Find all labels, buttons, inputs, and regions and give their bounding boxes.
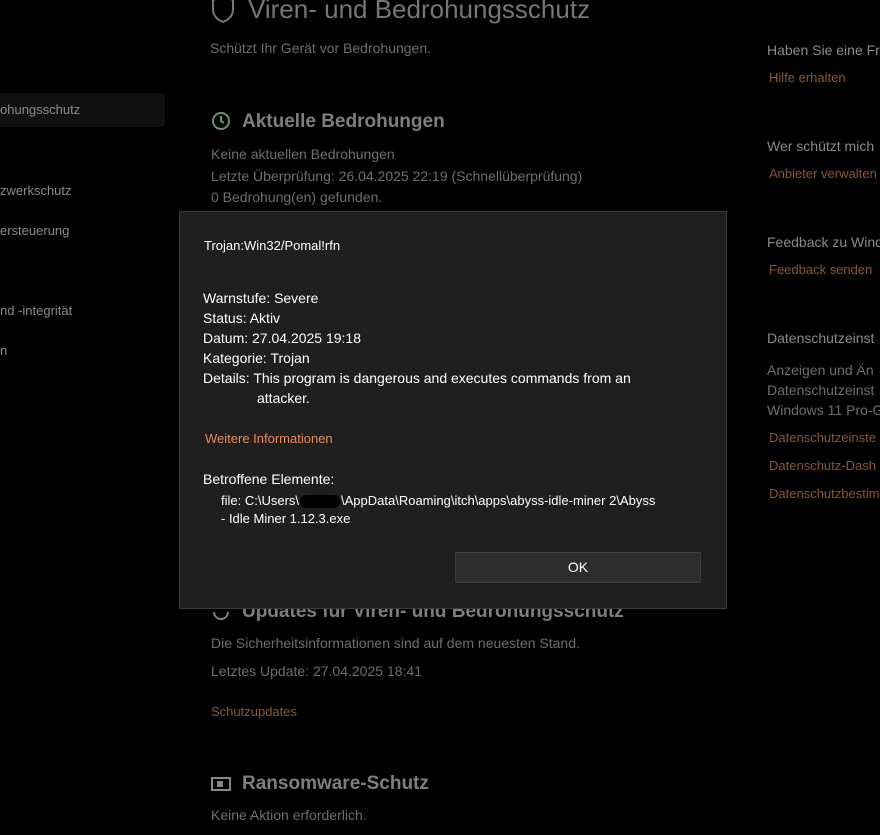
severity-value: Severe — [274, 290, 319, 306]
severity-label: Warnstufe: — [203, 290, 271, 306]
status-value: Aktiv — [249, 310, 281, 326]
status-label: Status: — [203, 310, 247, 326]
ok-button[interactable]: OK — [455, 552, 701, 583]
feedback-link[interactable]: Feedback senden — [769, 262, 872, 277]
affected-path-cont: - Idle Miner 1.12.3.exe — [221, 511, 351, 526]
sidebar-item-app-control[interactable]: ersteuerung — [0, 214, 165, 248]
help-heading: Haben Sie eine Fr — [767, 42, 880, 58]
category-value: Trojan — [270, 350, 310, 366]
date-row: Datum: 27.04.2025 19:18 — [203, 330, 361, 346]
updates-status: Die Sicherheitsinformationen sind auf de… — [211, 635, 580, 651]
path-prefix: file: C:\Users\ — [221, 493, 300, 508]
sidebar-item-label: zwerkschutz — [0, 183, 72, 198]
threats-title: Aktuelle Bedrohungen — [242, 111, 445, 132]
privacy-text-2: Datenschutzeinst — [767, 382, 875, 398]
affected-items-label: Betroffene Elemente: — [203, 471, 335, 487]
sidebar-item-other[interactable]: n — [0, 334, 165, 368]
affected-path: file: C:\Users\ \AppData\Roaming\itch\app… — [221, 493, 656, 509]
date-value: 27.04.2025 19:18 — [252, 330, 362, 346]
feedback-heading: Feedback zu Wind — [767, 234, 880, 250]
help-link[interactable]: Hilfe erhalten — [769, 70, 846, 85]
sidebar-item-network[interactable]: zwerkschutz — [0, 174, 165, 208]
ransomware-title: Ransomware-Schutz — [242, 773, 429, 794]
privacy-statement-link[interactable]: Datenschutzbestim — [769, 486, 880, 501]
more-info-link[interactable]: Weitere Informationen — [205, 431, 333, 446]
privacy-text-1: Anzeigen und Än — [767, 362, 874, 378]
privacy-settings-link[interactable]: Datenschutzeinste — [769, 430, 876, 445]
privacy-heading: Datenschutzeinst — [767, 330, 875, 346]
redaction-mark — [300, 495, 341, 509]
category-label: Kategorie: — [203, 350, 267, 366]
shield-icon — [210, 0, 236, 29]
status-row: Status: Aktiv — [203, 310, 280, 326]
last-update: Letztes Update: 27.04.2025 18:41 — [211, 663, 422, 679]
details-label: Details: — [203, 370, 250, 386]
severity-row: Warnstufe: Severe — [203, 290, 318, 306]
protection-updates-link[interactable]: Schutzupdates — [211, 704, 297, 719]
sidebar-item-label: ohungsschutz — [0, 102, 81, 117]
sidebar-item-label: nd -integrität — [0, 303, 73, 318]
threat-details-dialog: Trojan:Win32/Pomal!rfn Warnstufe: Severe… — [179, 211, 727, 609]
last-scan: Letzte Überprüfung: 26.04.2025 22:19 (Sc… — [211, 168, 583, 184]
history-icon — [210, 110, 232, 137]
sidebar-item-device-integrity[interactable]: nd -integrität — [0, 294, 165, 328]
details-text-cont: attacker. — [257, 390, 310, 406]
category-row: Kategorie: Trojan — [203, 350, 310, 366]
threats-found: 0 Bedrohung(en) gefunden. — [211, 189, 383, 205]
page-subtitle: Schützt Ihr Gerät vor Bedrohungen. — [210, 40, 432, 56]
manage-providers-link[interactable]: Anbieter verwalten — [769, 166, 877, 181]
sidebar-item-virus-protection[interactable]: ohungsschutz — [0, 93, 165, 127]
who-heading: Wer schützt mich — [767, 138, 875, 154]
threats-status: Keine aktuellen Bedrohungen — [211, 146, 395, 162]
sidebar-item-label: n — [0, 343, 8, 358]
sidebar-item-label: ersteuerung — [0, 223, 70, 238]
date-label: Datum: — [203, 330, 249, 346]
ransomware-status: Keine Aktion erforderlich. — [211, 807, 367, 823]
privacy-text-3: Windows 11 Pro-G — [767, 402, 880, 418]
page-title: Viren- und Bedrohungsschutz — [248, 0, 591, 24]
privacy-dashboard-link[interactable]: Datenschutz-Dash — [769, 458, 876, 473]
details-text: This program is dangerous and executes c… — [253, 370, 631, 386]
ransomware-icon — [210, 776, 232, 797]
threat-name: Trojan:Win32/Pomal!rfn — [204, 238, 341, 253]
details-row: Details: This program is dangerous and e… — [203, 370, 631, 386]
path-suffix: \AppData\Roaming\itch\apps\abyss-idle-mi… — [341, 493, 656, 508]
